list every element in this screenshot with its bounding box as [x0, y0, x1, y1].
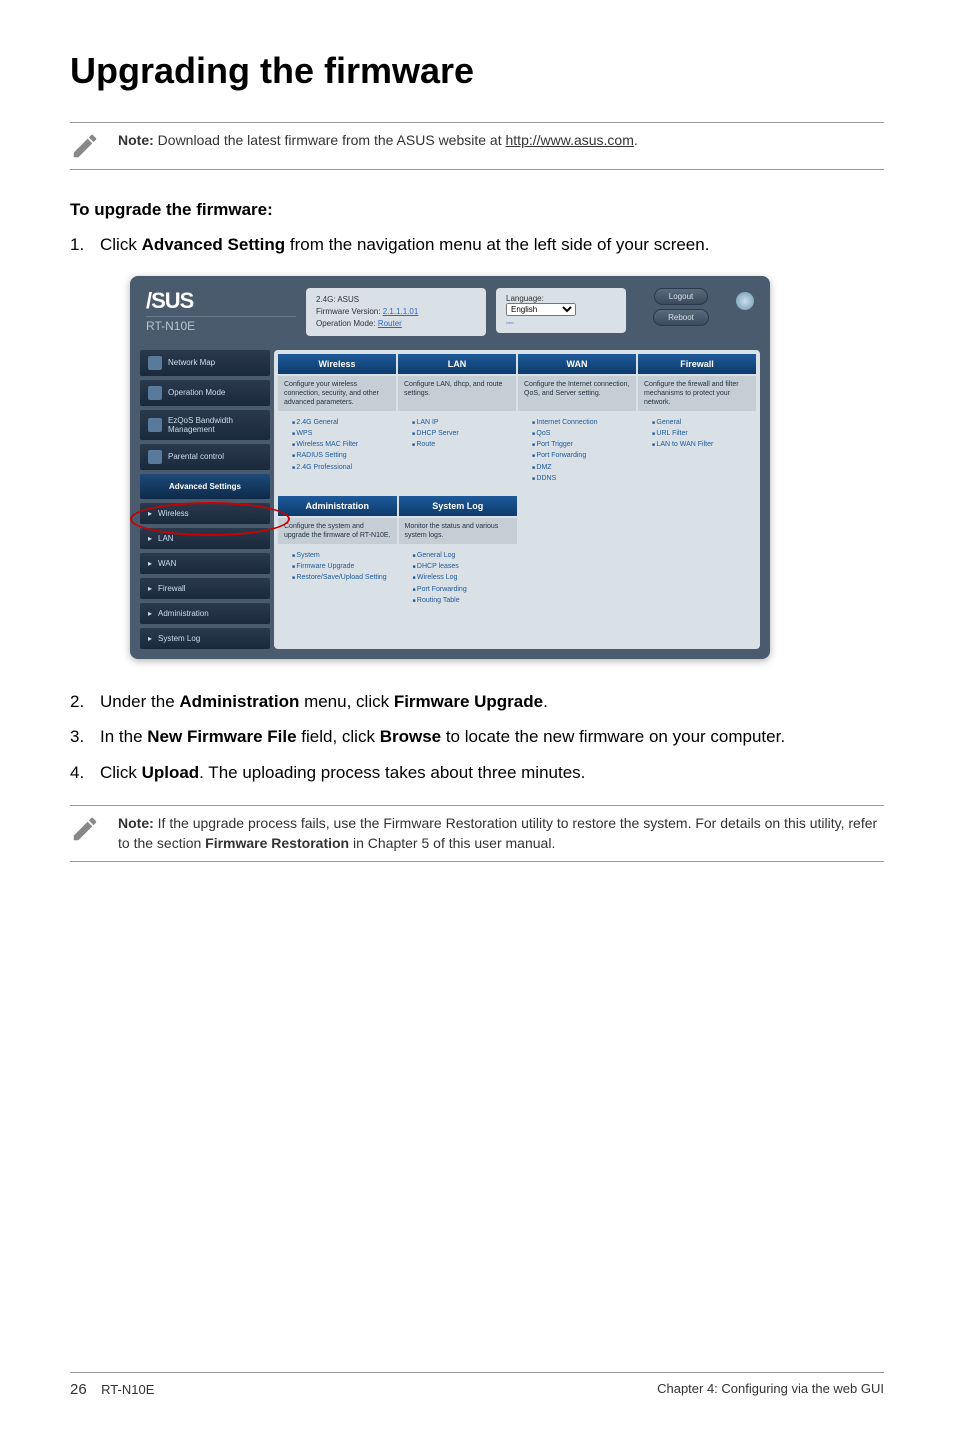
- panel-link[interactable]: Firmware Upgrade: [292, 561, 391, 572]
- panel-link[interactable]: RADIUS Setting: [292, 450, 390, 461]
- panel-firewall-head[interactable]: Firewall: [638, 354, 756, 374]
- page-title: Upgrading the firmware: [70, 50, 884, 92]
- panel-link[interactable]: URL Filter: [652, 428, 750, 439]
- admin-links: SystemFirmware UpgradeRestore/Save/Uploa…: [278, 546, 397, 610]
- sidebar-item-network-map[interactable]: Network Map: [140, 350, 270, 376]
- panel-link[interactable]: LAN to WAN Filter: [652, 439, 750, 450]
- panel-link[interactable]: Internet Connection: [532, 417, 630, 428]
- panel-link[interactable]: Route: [412, 439, 510, 450]
- syslog-links: General LogDHCP leasesWireless LogPort F…: [399, 546, 518, 610]
- panel-link[interactable]: QoS: [532, 428, 630, 439]
- step-2: 2. Under the Administration menu, click …: [70, 689, 884, 715]
- chapter-label: Chapter 4: Configuring via the web GUI: [657, 1381, 884, 1398]
- panel-link[interactable]: Wireless Log: [413, 572, 512, 583]
- panel-link[interactable]: Wireless MAC Filter: [292, 439, 390, 450]
- panel-link[interactable]: Port Forwarding: [413, 584, 512, 595]
- sidebar-advanced-settings[interactable]: Advanced Settings: [140, 474, 270, 499]
- panel-link[interactable]: General: [652, 417, 750, 428]
- note-box-2: Note: If the upgrade process fails, use …: [70, 805, 884, 862]
- download-link[interactable]: http://www.asus.com: [506, 132, 634, 148]
- page-number: 26: [70, 1381, 87, 1398]
- panel-link[interactable]: Port Trigger: [532, 439, 630, 450]
- sidebar-item-wan[interactable]: ▸ WAN: [140, 553, 270, 574]
- reboot-button[interactable]: Reboot: [653, 309, 709, 326]
- panel-syslog-head[interactable]: System Log: [399, 496, 518, 516]
- logout-button[interactable]: Logout: [654, 288, 708, 305]
- brand-logo: /SUS RT-N10E: [146, 288, 296, 333]
- sidebar-item-syslog[interactable]: ▸ System Log: [140, 628, 270, 649]
- pencil-icon: [70, 131, 100, 161]
- note-text: Note: Download the latest firmware from …: [118, 131, 638, 151]
- sidebar-item-wireless[interactable]: ▸ Wireless: [140, 503, 270, 524]
- panel-link[interactable]: DDNS: [532, 473, 630, 484]
- globe-icon: [736, 292, 754, 310]
- sidebar: Network Map Operation Mode EzQoS Bandwid…: [140, 350, 270, 649]
- step-3: 3. In the New Firmware File field, click…: [70, 724, 884, 750]
- panel-wan-head[interactable]: WAN: [518, 354, 636, 374]
- language-select[interactable]: English: [506, 303, 576, 316]
- language-panel: Language: English ▫▫▫: [496, 288, 626, 333]
- panel-link[interactable]: Routing Table: [413, 595, 512, 606]
- sidebar-item-lan[interactable]: ▸ LAN: [140, 528, 270, 549]
- page-footer: 26 RT-N10E Chapter 4: Configuring via th…: [70, 1372, 884, 1398]
- wan-links: Internet ConnectionQoSPort TriggerPort F…: [518, 413, 636, 488]
- lan-links: LAN IPDHCP ServerRoute: [398, 413, 516, 488]
- sidebar-item-operation-mode[interactable]: Operation Mode: [140, 380, 270, 406]
- panel-link[interactable]: DHCP Server: [412, 428, 510, 439]
- panel-link[interactable]: DHCP leases: [413, 561, 512, 572]
- subheading: To upgrade the firmware:: [70, 200, 884, 220]
- note-box-1: Note: Download the latest firmware from …: [70, 122, 884, 170]
- panel-link[interactable]: DMZ: [532, 462, 630, 473]
- pencil-icon: [70, 814, 100, 844]
- sidebar-item-ezqos[interactable]: EzQoS Bandwidth Management: [140, 410, 270, 440]
- panel-link[interactable]: LAN IP: [412, 417, 510, 428]
- wireless-links: 2.4G GeneralWPSWireless MAC FilterRADIUS…: [278, 413, 396, 488]
- panel-link[interactable]: System: [292, 550, 391, 561]
- panel-wireless-head[interactable]: Wireless: [278, 354, 396, 374]
- step-1: 1. Click Advanced Setting from the navig…: [70, 232, 884, 258]
- firewall-links: GeneralURL FilterLAN to WAN Filter: [638, 413, 756, 488]
- sidebar-item-admin[interactable]: ▸ Administration: [140, 603, 270, 624]
- panel-link[interactable]: General Log: [413, 550, 512, 561]
- panel-link[interactable]: Restore/Save/Upload Setting: [292, 572, 391, 583]
- main-panel: Wireless LAN WAN Firewall Configure your…: [274, 350, 760, 649]
- step-4: 4. Click Upload. The uploading process t…: [70, 760, 884, 786]
- panel-lan-head[interactable]: LAN: [398, 354, 516, 374]
- panel-link[interactable]: Port Forwarding: [532, 450, 630, 461]
- panel-link[interactable]: WPS: [292, 428, 390, 439]
- panel-link[interactable]: 2.4G General: [292, 417, 390, 428]
- sidebar-item-firewall[interactable]: ▸ Firewall: [140, 578, 270, 599]
- status-panel: 2.4G: ASUS Firmware Version: 2.1.1.1.01 …: [306, 288, 486, 336]
- note-text: Note: If the upgrade process fails, use …: [118, 814, 884, 853]
- panel-admin-head[interactable]: Administration: [278, 496, 397, 516]
- panel-link[interactable]: 2.4G Professional: [292, 462, 390, 473]
- sidebar-item-parental[interactable]: Parental control: [140, 444, 270, 470]
- router-admin-screenshot: /SUS RT-N10E 2.4G: ASUS Firmware Version…: [130, 276, 770, 659]
